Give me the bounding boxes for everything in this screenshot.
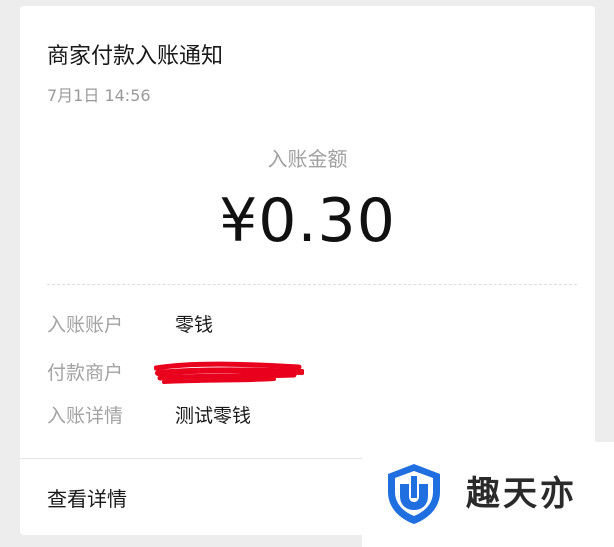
watermark: 趣天亦 [362, 442, 614, 547]
notification-title: 商家付款入账通知 [47, 44, 224, 69]
view-details-link[interactable]: 查看详情 [47, 486, 127, 512]
amount-value: ¥0.30 [219, 186, 396, 256]
screen: 商家付款入账通知 7月1日 14:56 入账金额 ¥0.30 入账账户 零钱 付… [0, 0, 614, 547]
amount-label: 入账金额 [267, 147, 348, 171]
notification-time: 7月1日 14:56 [47, 86, 151, 105]
detail-row-merchant: 付款商户 [47, 360, 577, 386]
redaction-scribble [154, 361, 304, 384]
dashed-divider [47, 284, 577, 285]
detail-value-account: 零钱 [175, 314, 214, 336]
watermark-text: 趣天亦 [466, 474, 577, 514]
detail-key-merchant: 付款商户 [47, 362, 124, 384]
shield-logo-icon [388, 464, 440, 524]
detail-row-info: 入账详情 测试零钱 [47, 403, 577, 429]
detail-key-account: 入账账户 [47, 314, 124, 336]
detail-key-info: 入账详情 [47, 405, 124, 427]
detail-row-account: 入账账户 零钱 [47, 312, 577, 338]
detail-value-info: 测试零钱 [175, 405, 252, 427]
